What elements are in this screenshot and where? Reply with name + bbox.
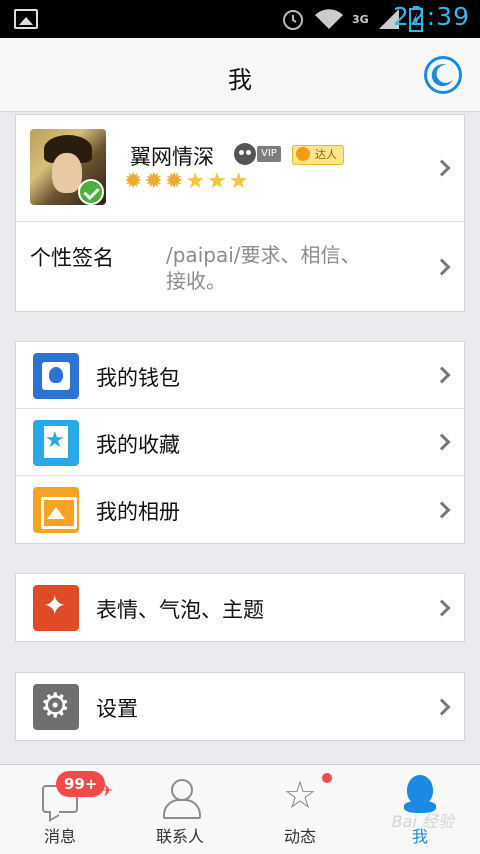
signature-label: 个性签名 xyxy=(30,246,114,270)
emoji-theme-icon xyxy=(33,585,79,631)
tab-label: 联系人 xyxy=(155,827,204,846)
tab-messages[interactable]: 99+ ✈ 消息 xyxy=(0,765,120,854)
favorites-icon xyxy=(33,420,79,466)
profile-row[interactable]: 翼网情深 VIP 达人 ✹ ✹ ✹ ★ ★ ★ xyxy=(16,115,464,222)
chevron-right-icon xyxy=(433,258,451,275)
network-type: 3G xyxy=(352,12,369,26)
alarm-icon xyxy=(283,10,303,30)
star-level-icon: ★ xyxy=(185,169,206,194)
header: 我 xyxy=(0,38,480,112)
menu-item-label: 我的相册 xyxy=(96,500,180,524)
status-bar: 3G 22:39 xyxy=(0,0,480,38)
tab-label: 消息 xyxy=(43,827,76,846)
nickname: 翼网情深 xyxy=(130,145,214,169)
gear-icon xyxy=(33,684,79,730)
tab-label: 动态 xyxy=(283,827,316,846)
vip-tag: VIP xyxy=(257,146,281,162)
menu-item-album[interactable]: 我的相册 xyxy=(16,476,464,543)
signature-value: /paipai/要求、相信、接收。 xyxy=(166,243,361,293)
star-level-icon: ★ xyxy=(207,169,227,194)
wifi-icon xyxy=(315,9,343,29)
chevron-right-icon xyxy=(433,159,451,177)
chevron-right-icon xyxy=(433,599,451,616)
unread-badge: 99+ xyxy=(56,771,106,797)
sun-level-icon: ✹ xyxy=(124,169,143,194)
tab-feed[interactable]: ☆ 动态 xyxy=(240,765,360,854)
chevron-right-icon xyxy=(433,433,451,451)
pet-icon xyxy=(234,143,256,165)
paper-plane-icon: ✈ xyxy=(100,781,114,800)
menu-item-label: 我的钱包 xyxy=(96,366,180,390)
wallet-icon xyxy=(33,353,79,399)
clock: 22:39 xyxy=(392,2,470,31)
person-icon xyxy=(162,779,201,819)
moon-icon xyxy=(431,64,453,87)
album-icon xyxy=(33,487,79,533)
daren-badge: 达人 xyxy=(292,145,344,165)
tab-contacts[interactable]: 联系人 xyxy=(120,765,240,854)
star-outline-icon: ☆ xyxy=(282,773,318,817)
star-level-icon: ★ xyxy=(228,169,249,194)
night-mode-button[interactable] xyxy=(424,56,462,94)
watermark: Bai 经验 xyxy=(391,812,454,831)
sun-level-icon: ✹ xyxy=(144,169,163,194)
chevron-right-icon xyxy=(433,698,451,715)
menu-item-wallet[interactable]: 我的钱包 xyxy=(16,342,464,409)
emoji-theme-card: 表情、气泡、主题 xyxy=(15,573,465,642)
menu-item-emoji-theme[interactable]: 表情、气泡、主题 xyxy=(16,574,464,641)
menu-item-label: 我的收藏 xyxy=(96,433,180,457)
menu-item-favorites[interactable]: 我的收藏 xyxy=(16,409,464,476)
signature-row[interactable]: 个性签名 /paipai/要求、相信、接收。 xyxy=(16,222,464,311)
personal-menu-card: 我的钱包 我的收藏 我的相册 xyxy=(15,341,465,544)
profile-card: 翼网情深 VIP 达人 ✹ ✹ ✹ ★ ★ ★ 个性签名 /paipai/要求、… xyxy=(15,114,465,312)
menu-item-settings[interactable]: 设置 xyxy=(16,673,464,740)
settings-card: 设置 xyxy=(15,672,465,741)
vip-badge: VIP xyxy=(234,143,281,165)
chevron-right-icon xyxy=(433,366,451,384)
level-icons: ✹ ✹ ✹ ★ ★ ★ xyxy=(124,171,249,193)
new-activity-dot xyxy=(322,773,332,783)
menu-item-label: 表情、气泡、主题 xyxy=(96,598,264,622)
chevron-right-icon xyxy=(433,501,451,518)
verified-check-icon xyxy=(78,179,104,205)
gallery-notification-icon xyxy=(14,9,38,29)
page-title: 我 xyxy=(228,66,252,94)
sun-level-icon: ✹ xyxy=(164,169,184,194)
menu-item-label: 设置 xyxy=(96,697,138,721)
